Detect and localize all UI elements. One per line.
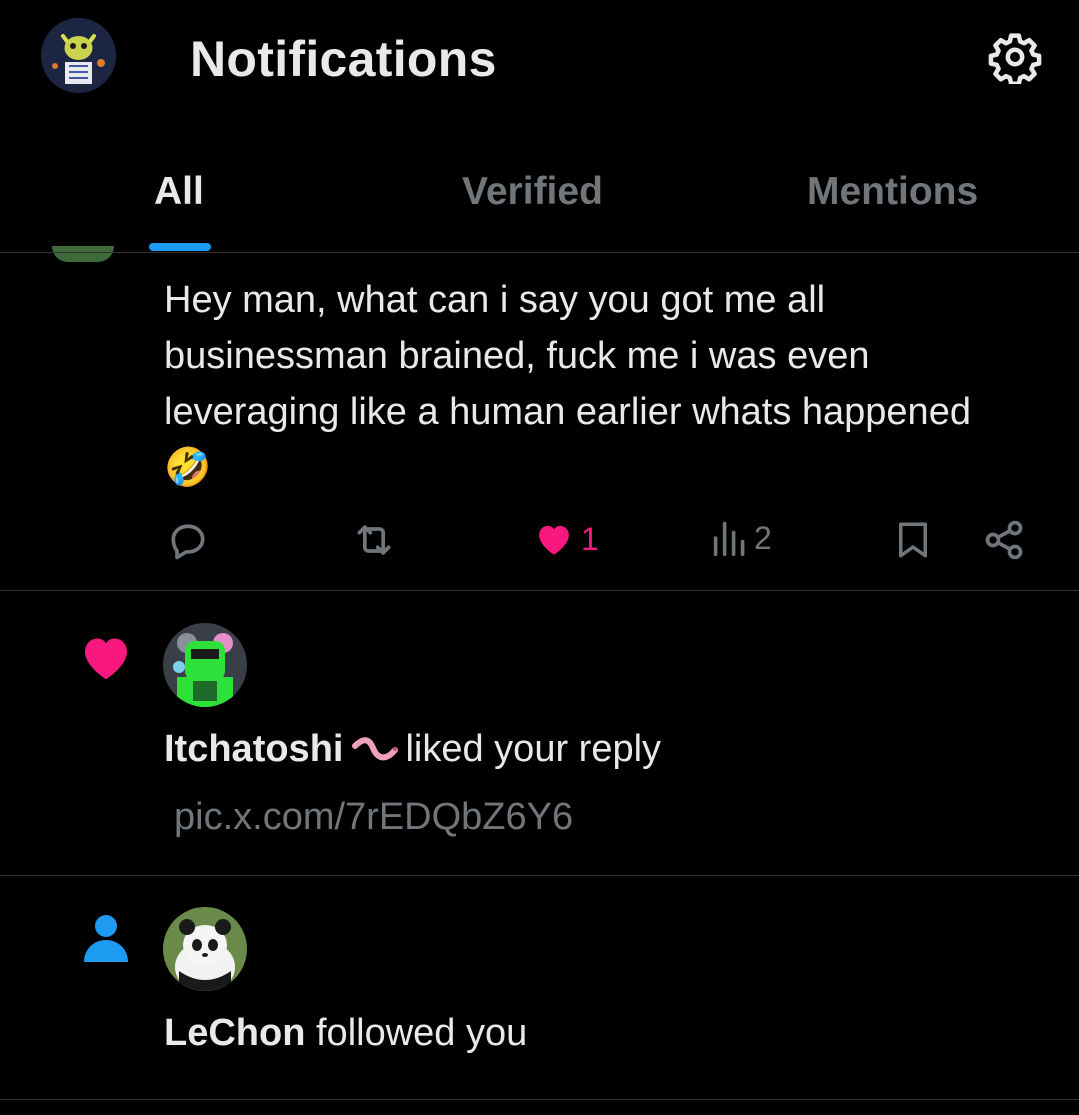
person-icon bbox=[84, 915, 128, 962]
tab-all[interactable]: All bbox=[154, 170, 204, 214]
tab-verified[interactable]: Verified bbox=[462, 170, 603, 214]
bookmark-button[interactable] bbox=[892, 518, 934, 562]
share-icon bbox=[985, 520, 1023, 560]
media-link[interactable]: pic.x.com/7rEDQbZ6Y6 bbox=[174, 796, 573, 839]
tab-mentions[interactable]: Mentions bbox=[807, 170, 978, 214]
notification-tabs: All Verified Mentions bbox=[0, 140, 1079, 253]
like-button[interactable]: 1 bbox=[533, 518, 599, 560]
active-tab-indicator bbox=[149, 243, 211, 251]
page-title: Notifications bbox=[190, 31, 497, 87]
tweet-action-bar: 1 2 bbox=[0, 510, 1079, 570]
reply-body-text: Hey man, what can i say you got me all b… bbox=[164, 279, 971, 489]
top-app-bar: Notifications bbox=[0, 0, 1079, 118]
row-divider bbox=[0, 1099, 1079, 1100]
like-notification-icon bbox=[78, 630, 134, 687]
row-divider bbox=[0, 875, 1079, 876]
share-button[interactable] bbox=[982, 518, 1026, 562]
liker-name[interactable]: Itchatoshi bbox=[164, 728, 343, 770]
repost-icon bbox=[357, 525, 391, 555]
user-avatar-image bbox=[163, 907, 247, 991]
reply-button[interactable] bbox=[166, 518, 210, 562]
heart-filled-icon bbox=[539, 525, 569, 555]
views-count: 2 bbox=[754, 519, 772, 556]
heart-filled-icon bbox=[85, 638, 127, 680]
gear-icon bbox=[988, 33, 1042, 84]
views-chart-icon bbox=[713, 521, 745, 556]
like-notification-text: Itchatoshi liked your reply bbox=[164, 728, 661, 771]
profile-avatar[interactable] bbox=[41, 18, 116, 93]
scrolled-avatar-edge bbox=[52, 246, 114, 262]
reply-icon bbox=[171, 524, 205, 560]
bookmark-icon bbox=[899, 522, 927, 558]
like-action-text: liked your reply bbox=[405, 728, 662, 770]
repost-button[interactable] bbox=[350, 518, 398, 562]
like-count: 1 bbox=[581, 520, 599, 557]
row-divider bbox=[0, 590, 1079, 591]
profile-avatar-image bbox=[41, 18, 116, 93]
views-button[interactable]: 2 bbox=[712, 518, 772, 558]
user-avatar[interactable] bbox=[163, 623, 247, 707]
follow-action-text: followed you bbox=[316, 1012, 528, 1054]
follower-name[interactable]: LeChon bbox=[164, 1012, 305, 1054]
follow-notification-icon bbox=[82, 912, 130, 969]
tabs-divider bbox=[0, 252, 1079, 253]
user-avatar[interactable] bbox=[163, 907, 247, 991]
settings-button[interactable] bbox=[985, 27, 1045, 87]
notifications-screen: Notifications All Verified Mentions Hey … bbox=[0, 0, 1079, 1115]
worm-emoji-icon bbox=[352, 737, 399, 761]
user-avatar-image bbox=[163, 623, 247, 707]
follow-notification-text: LeChon followed you bbox=[164, 1012, 527, 1055]
